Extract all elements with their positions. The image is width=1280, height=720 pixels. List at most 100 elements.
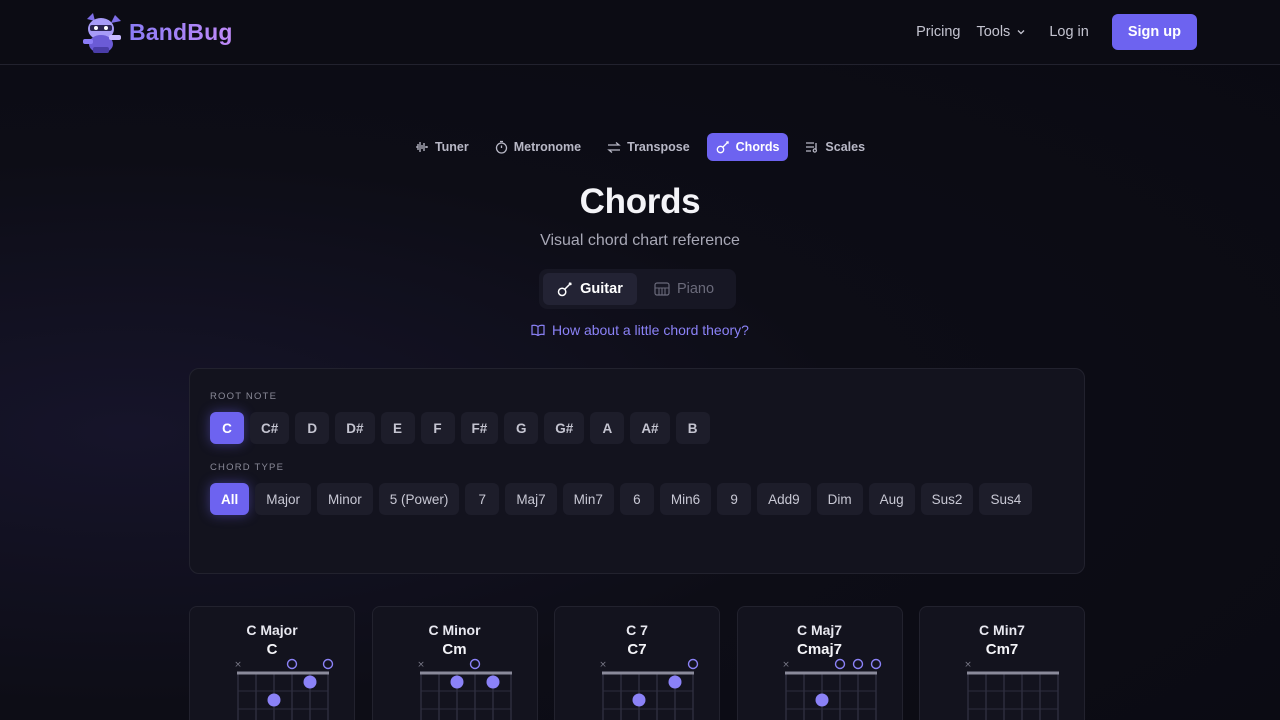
tab-metronome-label: Metronome — [513, 140, 582, 154]
root-note-chips: C C# D D# E F F# G G# A A# B — [210, 412, 1040, 450]
chord-type-chip[interactable]: Sus4 — [979, 483, 1033, 515]
piano-icon — [654, 282, 670, 296]
open-string-mark — [286, 658, 298, 670]
root-note-chip[interactable]: B — [675, 412, 710, 444]
chord-symbol: Cmaj7 — [796, 641, 843, 658]
chord-type-chip[interactable]: 9 — [717, 483, 752, 515]
finger-dot — [267, 693, 281, 707]
root-note-chip[interactable]: G — [504, 412, 539, 444]
waveform-icon — [415, 142, 428, 152]
chord-type-chip[interactable]: Major — [255, 483, 312, 515]
nav-pricing-link[interactable]: Pricing — [916, 24, 960, 40]
chord-name: C 7 — [626, 622, 648, 638]
chord-symbol: C7 — [627, 641, 647, 658]
chord-card[interactable]: C Maj7 Cmaj7 × — [736, 606, 903, 720]
signup-button[interactable]: Sign up — [1111, 14, 1197, 50]
chord-type-chip[interactable]: Min6 — [659, 483, 712, 515]
chord-type-chip[interactable]: Min7 — [562, 483, 614, 515]
guitar-icon — [716, 141, 729, 154]
chord-type-chip[interactable]: 5 (Power) — [378, 483, 460, 515]
muted-string-mark: × — [417, 660, 425, 670]
nav-login-link[interactable]: Log in — [1049, 24, 1089, 40]
open-book-icon — [531, 324, 545, 336]
root-note-chip[interactable]: C# — [250, 412, 290, 444]
root-note-chip[interactable]: A — [590, 412, 625, 444]
tab-chords-label: Chords — [735, 140, 780, 154]
finger-dot — [486, 675, 499, 689]
chord-name: C Major — [246, 622, 298, 638]
nav-tools-dropdown[interactable]: Tools — [976, 24, 1026, 40]
chord-symbol: C — [266, 641, 278, 658]
stopwatch-icon — [495, 140, 507, 154]
chord-type-label: CHORD TYPE — [210, 462, 285, 473]
chord-type-chip[interactable]: Dim — [816, 483, 863, 515]
tab-transpose[interactable]: Transpose — [598, 133, 699, 161]
instrument-piano-button[interactable]: Piano — [637, 273, 731, 305]
finger-dot — [815, 693, 828, 707]
nav-tools-label: Tools — [976, 24, 1011, 40]
tab-metronome[interactable]: Metronome — [486, 133, 590, 161]
fretboard-diagram: × — [964, 660, 1059, 720]
chord-name: C Minor — [428, 622, 481, 638]
muted-string-mark: × — [599, 660, 607, 670]
chord-symbol: Cm7 — [985, 641, 1019, 658]
chevron-down-icon — [1017, 30, 1025, 35]
root-note-chip[interactable]: D# — [335, 412, 375, 444]
chord-card[interactable]: C 7 C7 × — [554, 606, 720, 720]
root-note-chip[interactable]: D — [295, 412, 330, 444]
tab-tuner-label: Tuner — [434, 140, 469, 154]
tab-transpose-label: Transpose — [627, 140, 690, 154]
root-note-chip[interactable]: A# — [630, 412, 670, 444]
root-note-chip[interactable]: E — [380, 412, 415, 444]
root-note-chip[interactable]: F — [420, 412, 455, 444]
chord-type-chip[interactable]: Add9 — [757, 483, 811, 515]
filter-panel: ROOT NOTE C C# D D# E F F# G G# A A# B CHORD TYPE A… — [189, 368, 1085, 574]
chord-type-chip[interactable]: All — [210, 483, 250, 515]
instrument-guitar-label: Guitar — [580, 281, 623, 297]
brand-logo[interactable]: BandBug — [79, 9, 233, 55]
open-string-mark — [852, 658, 863, 670]
tab-chords[interactable]: Chords — [706, 133, 789, 161]
chord-theory-link[interactable]: How about a little chord theory? — [0, 322, 1280, 338]
chord-type-chip[interactable]: Aug — [868, 483, 915, 515]
root-note-chip[interactable]: F# — [460, 412, 499, 444]
chord-type-chip[interactable]: 6 — [619, 483, 654, 515]
chord-card[interactable]: C Major C × — [189, 606, 355, 720]
bandbug-mascot-icon — [83, 13, 121, 53]
root-note-chip[interactable]: G# — [544, 412, 585, 444]
instrument-toggle: Guitar Piano — [539, 269, 736, 309]
finger-dot — [303, 675, 317, 689]
muted-string-mark: × — [234, 660, 242, 670]
muted-string-mark: × — [782, 660, 790, 670]
fretboard-diagram: × — [599, 658, 699, 720]
chord-type-chip[interactable]: Maj7 — [505, 483, 557, 515]
chord-card[interactable]: C Min7 Cm7 × — [919, 606, 1085, 720]
open-string-mark — [834, 658, 845, 670]
chord-type-chip[interactable]: Minor — [317, 483, 373, 515]
finger-dot — [632, 693, 646, 707]
fretboard-diagram: × — [782, 658, 881, 720]
instrument-guitar-button[interactable]: Guitar — [543, 273, 637, 305]
chord-card-grid: C Major C × C Minor Cm × C 7 C7 × C Maj7 Cmaj7 × C M… — [189, 606, 1102, 720]
open-string-mark — [469, 658, 480, 670]
chord-type-chip[interactable]: 7 — [465, 483, 500, 515]
chord-card[interactable]: C Minor Cm × — [371, 606, 538, 720]
open-string-mark — [687, 658, 699, 670]
chord-symbol: Cm — [442, 641, 467, 658]
root-note-label: ROOT NOTE — [210, 391, 278, 402]
open-string-mark — [870, 658, 881, 670]
tab-scales-label: Scales — [825, 140, 866, 154]
tab-tuner[interactable]: Tuner — [406, 133, 478, 161]
chord-type-chip[interactable]: Sus2 — [920, 483, 974, 515]
muted-string-mark: × — [964, 660, 972, 670]
fretboard-diagram: × — [417, 658, 512, 720]
chord-name: C Maj7 — [796, 622, 843, 638]
guitar-icon — [557, 282, 572, 297]
tab-scales[interactable]: Scales — [796, 133, 874, 161]
page-subtitle: Visual chord chart reference — [540, 232, 740, 249]
fretboard-diagram: × — [234, 658, 334, 720]
finger-dot — [668, 675, 682, 689]
page-title: Chords — [579, 182, 701, 221]
root-note-chip[interactable]: C — [210, 412, 244, 444]
main-nav: Pricing Tools Log in Sign up — [916, 14, 1197, 50]
